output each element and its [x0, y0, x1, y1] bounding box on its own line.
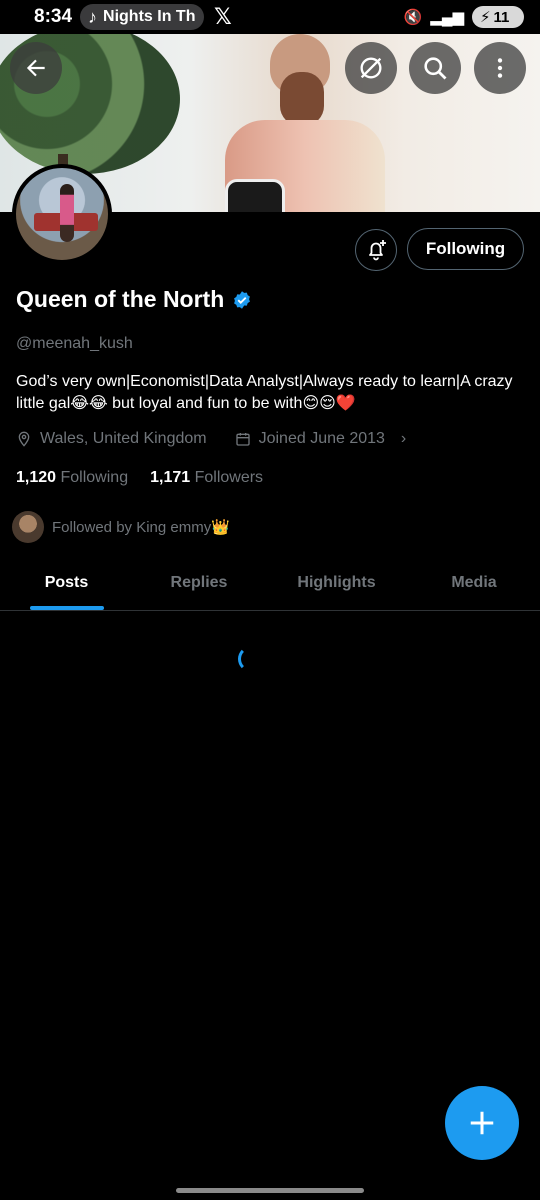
location-pin-icon — [18, 431, 30, 447]
followers-count: 1,171 — [150, 469, 191, 486]
home-indicator[interactable] — [176, 1188, 364, 1193]
chevron-right-icon[interactable]: › — [401, 430, 406, 448]
status-time: 8:34 — [34, 6, 73, 27]
battery-charging-icon: ⚡ — [480, 9, 491, 26]
media-playing-pill[interactable]: ♪ Nights In Th — [80, 4, 205, 30]
tab-label: Highlights — [297, 574, 376, 591]
more-button[interactable] — [474, 42, 526, 94]
follow-counts: 1,120 Following 1,171 Followers — [16, 469, 263, 487]
profile-meta: Wales, United Kingdom Joined June 2013 › — [16, 430, 406, 448]
tab-media[interactable]: Media — [408, 556, 540, 610]
tab-label: Replies — [170, 574, 228, 591]
slash-circle-icon — [360, 57, 382, 79]
profile-name: Queen of the North — [16, 286, 225, 312]
music-note-icon: ♪ — [88, 7, 98, 27]
followed-by-row[interactable]: Followed by King emmy👑 — [12, 511, 230, 543]
notifications-button[interactable] — [355, 229, 397, 271]
mute-button[interactable] — [345, 42, 397, 94]
back-button[interactable] — [10, 42, 62, 94]
battery-indicator: ⚡ 11 — [472, 6, 524, 28]
plus-icon — [470, 1111, 494, 1135]
profile-joined: Joined June 2013 — [258, 430, 385, 447]
x-logo-icon: 𝕏 — [214, 4, 232, 29]
tab-label: Posts — [44, 574, 89, 591]
profile-avatar[interactable] — [12, 164, 112, 264]
profile-handle: @meenah_kush — [16, 335, 133, 352]
profile-tabs: Posts Replies Highlights Media — [0, 556, 540, 611]
battery-level: 11 — [493, 8, 510, 26]
profile-bio: God’s very own|Economist|Data Analyst|Al… — [16, 373, 513, 412]
status-bar: 8:34 ♪ Nights In Th 𝕏 🔇 ▂▄▆ ⚡ 11 — [0, 0, 540, 34]
profile-location: Wales, United Kingdom — [40, 430, 207, 447]
profile-name-row: Queen of the North — [16, 286, 252, 313]
active-tab-indicator — [29, 606, 104, 610]
search-button[interactable] — [409, 42, 461, 94]
followers-count-link[interactable]: 1,171 Followers — [150, 469, 263, 487]
avatar-figure — [60, 184, 74, 242]
following-count: 1,120 — [16, 469, 57, 486]
follower-avatar — [12, 511, 44, 543]
tab-posts[interactable]: Posts — [0, 556, 133, 610]
banner-person-face — [280, 72, 324, 126]
media-title: Nights In Th — [103, 8, 196, 25]
loading-spinner — [238, 646, 264, 672]
following-label: Following — [60, 469, 129, 486]
tab-replies[interactable]: Replies — [133, 556, 265, 610]
tab-label: Media — [451, 574, 497, 591]
bell-plus-icon — [369, 240, 386, 261]
mute-icon: 🔇 — [403, 9, 423, 26]
calendar-icon — [235, 433, 250, 446]
signal-icon: ▂▄▆ — [430, 9, 464, 26]
following-count-link[interactable]: 1,120 Following — [16, 469, 128, 487]
arrow-left-icon — [26, 59, 45, 77]
verified-badge-icon[interactable] — [232, 290, 252, 310]
status-icons: 🔇 ▂▄▆ ⚡ 11 — [404, 6, 524, 28]
compose-post-button[interactable] — [445, 1086, 519, 1160]
banner-person-bag — [225, 179, 285, 212]
followers-label: Followers — [194, 469, 264, 486]
followed-by-text: Followed by King emmy👑 — [52, 519, 230, 536]
tab-highlights[interactable]: Highlights — [265, 556, 408, 610]
following-button[interactable]: Following — [407, 228, 524, 270]
search-icon — [424, 57, 447, 80]
more-vertical-icon — [497, 58, 503, 78]
